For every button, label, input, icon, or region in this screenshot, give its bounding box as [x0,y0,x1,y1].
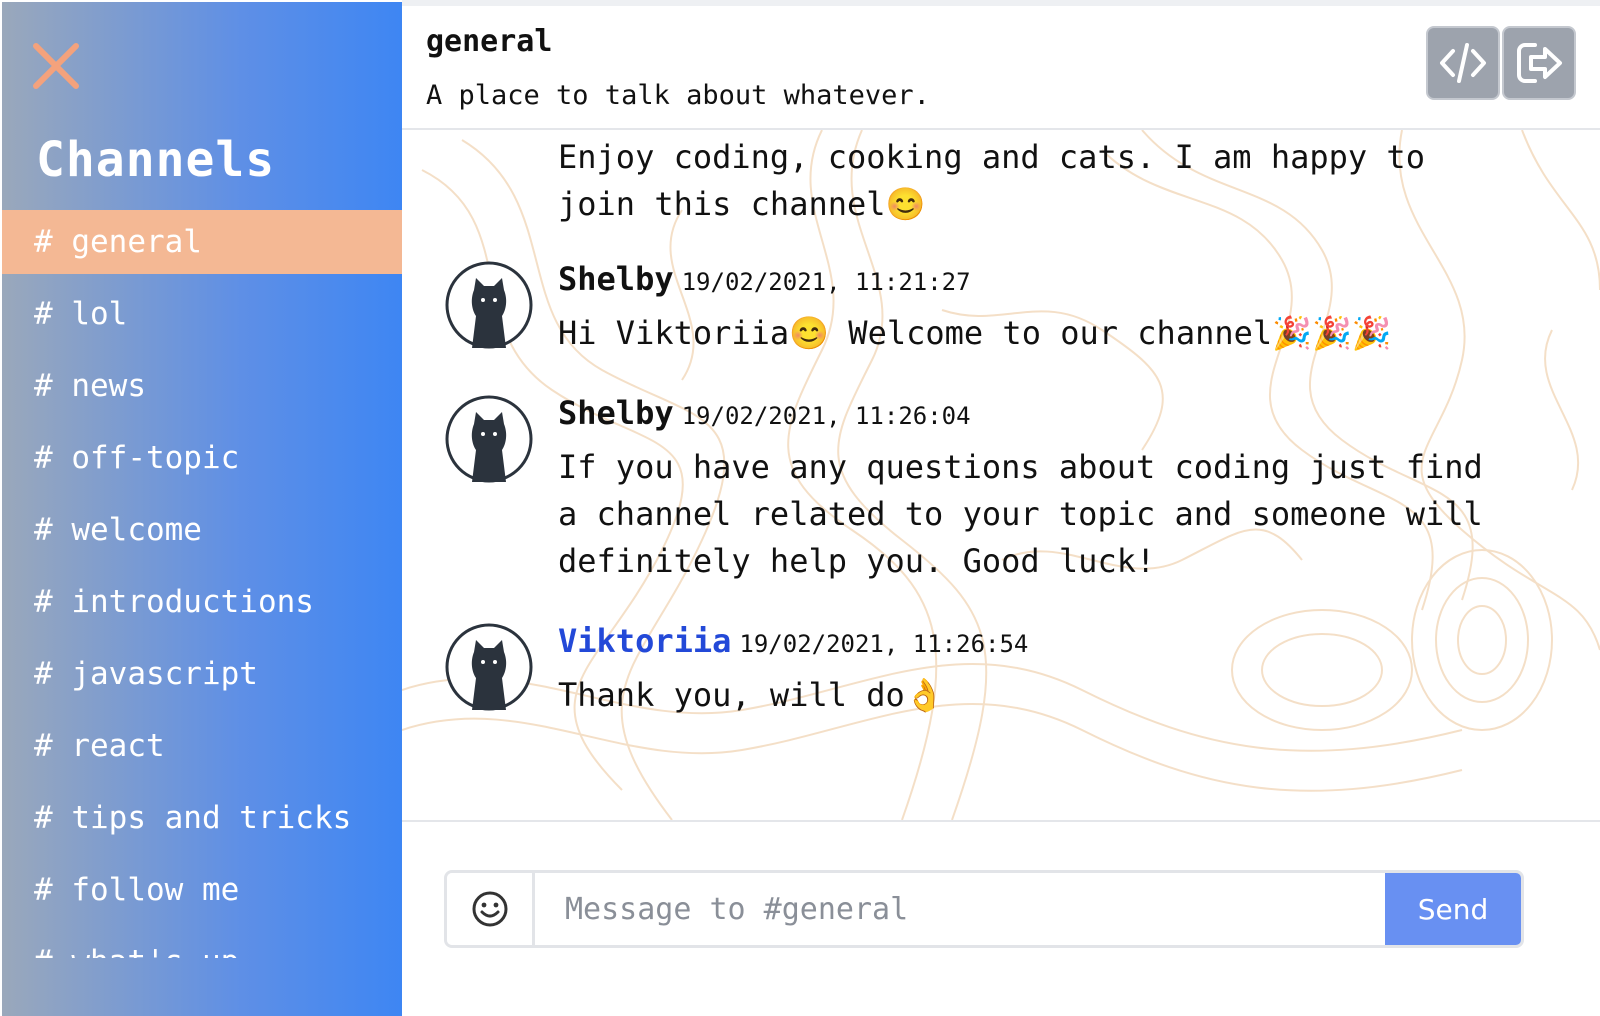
channel-description: A place to talk about whatever. [426,80,930,111]
sidebar-title: Channels [36,132,276,188]
logout-button[interactable] [1502,26,1576,100]
message-author[interactable]: Viktoriia [558,622,731,660]
message-text: Thank you, will do👌 [558,676,945,714]
channel-item-welcome[interactable]: # welcome [2,498,402,570]
channel-item-javascript[interactable]: # javascript [2,642,402,714]
cat-avatar-icon[interactable] [444,622,534,712]
code-button[interactable] [1426,26,1500,100]
channel-sidebar: Channels # general # lol # news # off-to… [2,2,402,1016]
logout-icon [1517,43,1562,83]
smiley-icon [472,891,507,927]
channel-item-lol[interactable]: # lol [2,282,402,354]
message-text: If you have any questions about coding j… [558,448,1483,580]
channel-item-react[interactable]: # react [2,714,402,786]
close-icon[interactable] [30,40,82,92]
channel-item-whats-up[interactable]: # what's up [2,930,402,958]
message-timestamp: 19/02/2021, 11:26:54 [739,630,1029,658]
code-icon [1440,43,1486,83]
channel-item-follow-me[interactable]: # follow me [2,858,402,930]
message-author[interactable]: Shelby [558,394,674,432]
channel-item-news[interactable]: # news [2,354,402,426]
message-timestamp: 19/02/2021, 11:21:27 [681,268,971,296]
chat-app: Channels # general # lol # news # off-to… [0,0,1600,1016]
message-text: Enjoy coding, cooking and cats. I am hap… [558,138,1425,223]
emoji-button[interactable] [447,873,535,945]
channel-item-tips-and-tricks[interactable]: # tips and tricks [2,786,402,858]
chat-main: general A place to talk about whatever. [402,0,1600,1016]
message-text: Hi Viktoriia😊 Welcome to our channel🎉🎉🎉 [558,314,1392,352]
channel-list: # general # lol # news # off-topic # wel… [2,210,402,958]
channel-header: general A place to talk about whatever. [402,6,1600,130]
message-header: Shelby 19/02/2021, 11:21:27 [558,260,971,298]
message-header: Viktoriia 19/02/2021, 11:26:54 [558,622,1028,660]
channel-item-general[interactable]: # general [2,210,402,274]
cat-avatar-icon[interactable] [444,394,534,484]
message-header: Shelby 19/02/2021, 11:26:04 [558,394,971,432]
send-button[interactable]: Send [1385,873,1521,945]
message-author[interactable]: Shelby [558,260,674,298]
header-actions [1426,26,1576,100]
message-input-group: Send [444,870,1524,948]
channel-name: general [426,24,553,59]
cat-avatar-icon[interactable] [444,260,534,350]
message-timestamp: 19/02/2021, 11:26:04 [681,402,971,430]
message-list[interactable]: Enjoy coding, cooking and cats. I am hap… [402,130,1600,820]
message-composer: Send [402,820,1600,1016]
channel-item-off-topic[interactable]: # off-topic [2,426,402,498]
channel-item-introductions[interactable]: # introductions [2,570,402,642]
message-input[interactable] [535,873,1385,945]
